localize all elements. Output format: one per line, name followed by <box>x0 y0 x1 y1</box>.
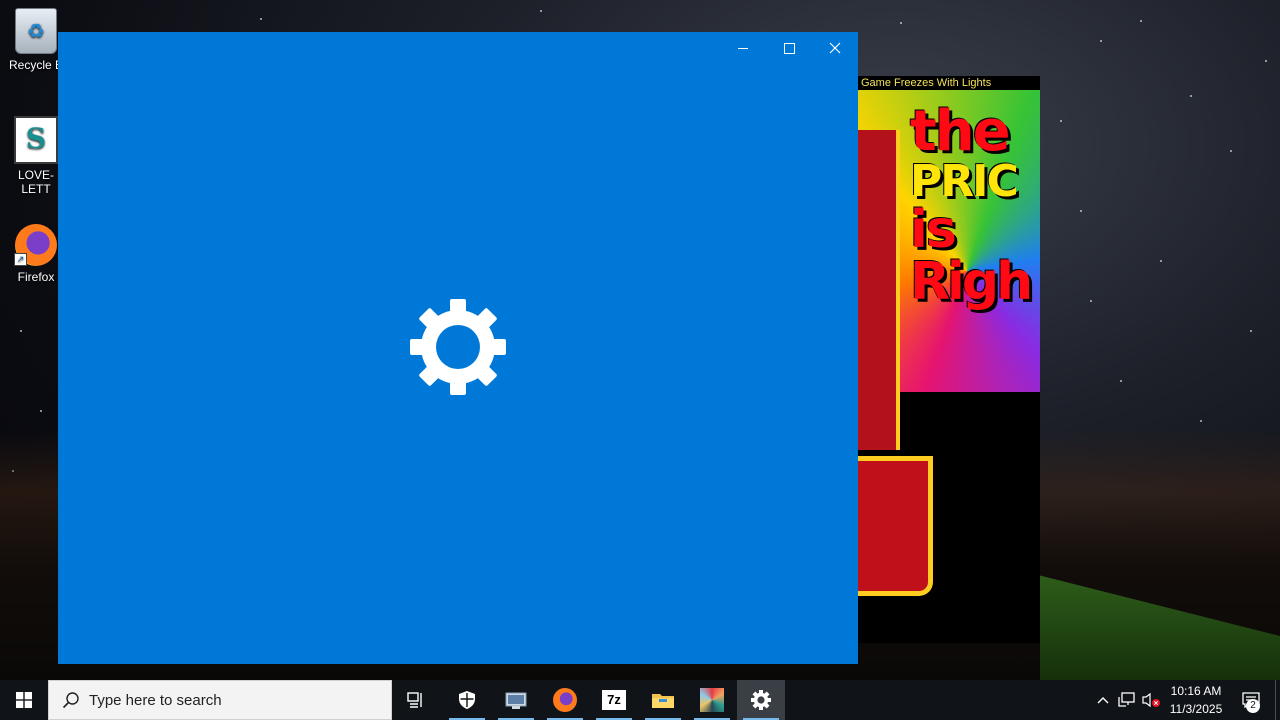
title-bar[interactable] <box>58 32 858 64</box>
task-view-button[interactable] <box>392 680 440 720</box>
network-icon <box>1118 692 1135 707</box>
network-button[interactable] <box>1116 680 1138 720</box>
taskbar-search-box[interactable] <box>48 680 392 720</box>
shortcut-arrow-icon: ↗ <box>14 253 27 266</box>
show-desktop-button[interactable] <box>1275 680 1280 720</box>
taskbar-app-starburst[interactable] <box>688 680 736 720</box>
taskbar-app-windows-security[interactable] <box>443 680 491 720</box>
close-button[interactable] <box>812 32 858 64</box>
volume-muted-icon <box>1142 692 1160 708</box>
shield-icon <box>459 691 475 709</box>
game-logo: the PRIC is Righ <box>910 99 1033 312</box>
taskbar-app-firefox[interactable] <box>541 680 589 720</box>
taskbar-app-file-explorer[interactable] <box>639 680 687 720</box>
recycle-bin-icon <box>15 8 57 54</box>
search-input[interactable] <box>87 690 371 710</box>
start-button[interactable] <box>0 680 48 720</box>
logo-line: Righ <box>910 252 1033 312</box>
windows-logo-icon <box>16 692 32 708</box>
starburst-icon <box>700 688 724 712</box>
price-wheel <box>858 130 900 450</box>
folder-icon <box>652 694 674 708</box>
taskbar-app-settings[interactable] <box>737 680 785 720</box>
show-hidden-icons-button[interactable] <box>1092 680 1114 720</box>
taskbar-app-virtual-machine[interactable] <box>492 680 540 720</box>
chevron-up-icon <box>1097 697 1109 704</box>
minimize-icon <box>738 47 748 49</box>
price-wheel-base <box>858 456 933 596</box>
settings-window[interactable] <box>58 32 858 664</box>
clock-date: 11/3/2025 <box>1169 702 1223 716</box>
logo-line: PRIC <box>910 156 1019 207</box>
vm-icon <box>505 692 527 709</box>
logo-line: the <box>910 99 1011 164</box>
7zip-icon: 7z <box>602 690 626 710</box>
maximize-button[interactable] <box>766 32 812 64</box>
logo-line: is <box>910 200 957 260</box>
maximize-icon <box>783 42 795 54</box>
volume-button[interactable] <box>1140 680 1162 720</box>
search-icon <box>55 691 87 709</box>
game-window-title: Game Freezes With Lights <box>858 76 1015 90</box>
game-window[interactable]: Game Freezes With Lights the PRIC is Rig… <box>858 76 1040 643</box>
gear-icon <box>410 299 506 395</box>
game-artwork: the PRIC is Righ <box>858 90 1040 450</box>
task-view-icon <box>407 692 422 708</box>
script-file-icon <box>14 116 58 164</box>
notification-count-badge: 2 <box>1246 699 1260 713</box>
taskbar-app-7zip[interactable]: 7z <box>590 680 638 720</box>
close-icon <box>829 42 841 54</box>
clock-time: 10:16 AM <box>1170 684 1222 698</box>
minimize-button[interactable] <box>720 32 766 64</box>
taskbar: 7z <box>0 680 1280 720</box>
taskbar-clock[interactable]: 10:16 AM 11/3/2025 <box>1160 682 1232 718</box>
gear-icon <box>751 690 771 710</box>
firefox-icon <box>553 688 577 712</box>
